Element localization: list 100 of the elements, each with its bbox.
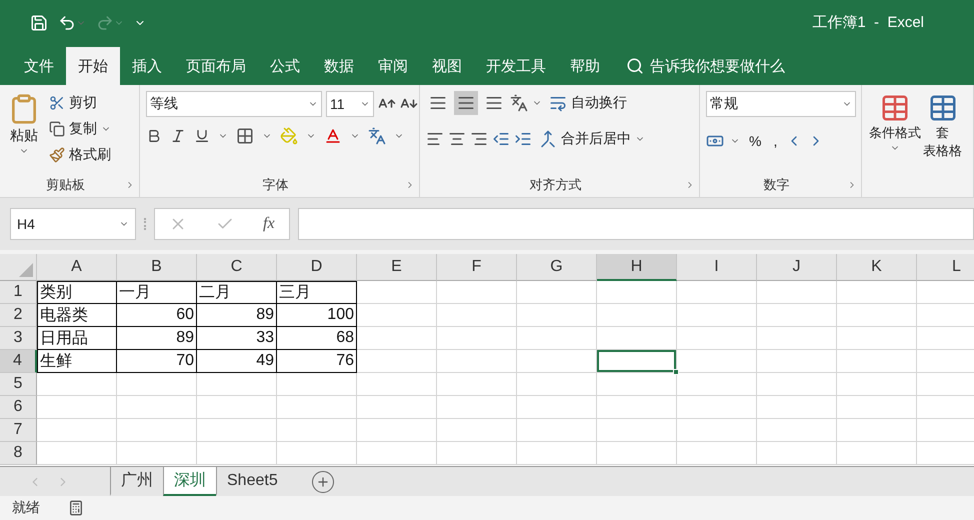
empty-cell[interactable] bbox=[197, 442, 277, 465]
insert-function-button[interactable]: fx bbox=[263, 215, 275, 233]
row-header[interactable]: 3 bbox=[0, 327, 37, 350]
empty-cell[interactable] bbox=[597, 304, 677, 327]
row-header[interactable]: 7 bbox=[0, 419, 37, 442]
row-header[interactable]: 1 bbox=[0, 281, 37, 304]
empty-cell[interactable] bbox=[357, 304, 437, 327]
empty-cell[interactable] bbox=[437, 373, 517, 396]
orientation-icon[interactable] bbox=[510, 94, 528, 112]
empty-cell[interactable] bbox=[837, 396, 917, 419]
column-header[interactable]: B bbox=[117, 254, 197, 281]
table-cell[interactable]: 68 bbox=[277, 327, 357, 350]
number-format-field[interactable]: 常规 bbox=[706, 91, 856, 117]
column-header[interactable]: A bbox=[37, 254, 117, 281]
fill-color-icon[interactable] bbox=[280, 127, 298, 145]
empty-cell[interactable] bbox=[837, 327, 917, 350]
empty-cell[interactable] bbox=[357, 419, 437, 442]
format-as-table-button[interactable]: 套 表格格 bbox=[922, 91, 963, 197]
empty-cell[interactable] bbox=[517, 327, 597, 350]
table-cell[interactable]: 89 bbox=[197, 304, 277, 327]
copy-button[interactable]: 复制 bbox=[46, 117, 114, 141]
empty-cell[interactable] bbox=[597, 419, 677, 442]
name-box[interactable]: H4 bbox=[10, 208, 136, 240]
empty-cell[interactable] bbox=[677, 350, 757, 373]
empty-cell[interactable] bbox=[437, 327, 517, 350]
ribbon-tab[interactable]: 视图 bbox=[420, 47, 474, 85]
column-header[interactable]: K bbox=[837, 254, 917, 281]
empty-cell[interactable] bbox=[757, 327, 837, 350]
empty-cell[interactable] bbox=[517, 281, 597, 304]
increase-indent-icon[interactable] bbox=[514, 130, 532, 148]
empty-cell[interactable] bbox=[437, 281, 517, 304]
row-header[interactable]: 2 bbox=[0, 304, 37, 327]
column-header[interactable]: I bbox=[677, 254, 757, 281]
ribbon-tab[interactable]: 开始 bbox=[66, 47, 120, 85]
empty-cell[interactable] bbox=[277, 442, 357, 465]
comma-button[interactable]: , bbox=[770, 129, 780, 153]
empty-cell[interactable] bbox=[517, 419, 597, 442]
table-cell[interactable]: 电器类 bbox=[37, 304, 117, 327]
empty-cell[interactable] bbox=[117, 373, 197, 396]
table-cell[interactable]: 三月 bbox=[277, 281, 357, 304]
empty-cell[interactable] bbox=[597, 442, 677, 465]
empty-cell[interactable] bbox=[677, 373, 757, 396]
ribbon-tab[interactable]: 文件 bbox=[12, 47, 66, 85]
underline-icon[interactable] bbox=[194, 128, 210, 144]
table-cell[interactable]: 二月 bbox=[197, 281, 277, 304]
empty-cell[interactable] bbox=[677, 281, 757, 304]
percent-button[interactable]: % bbox=[746, 129, 764, 153]
tell-me-field[interactable]: 告诉我你想要做什么 bbox=[626, 47, 785, 85]
ribbon-tab[interactable]: 帮助 bbox=[558, 47, 612, 85]
empty-cell[interactable] bbox=[837, 304, 917, 327]
column-header[interactable]: D bbox=[277, 254, 357, 281]
empty-cell[interactable] bbox=[357, 327, 437, 350]
select-all-button[interactable] bbox=[0, 254, 37, 281]
empty-cell[interactable] bbox=[517, 304, 597, 327]
empty-cell[interactable] bbox=[677, 396, 757, 419]
row-header[interactable]: 5 bbox=[0, 373, 37, 396]
merge-center-button[interactable]: 合并后居中 bbox=[536, 127, 648, 151]
ribbon-tab[interactable]: 数据 bbox=[312, 47, 366, 85]
cut-button[interactable]: 剪切 bbox=[46, 91, 114, 115]
empty-cell[interactable] bbox=[437, 304, 517, 327]
row-header[interactable]: 8 bbox=[0, 442, 37, 465]
add-sheet-button[interactable] bbox=[312, 470, 334, 492]
empty-cell[interactable] bbox=[357, 442, 437, 465]
middle-align-button[interactable] bbox=[454, 91, 478, 115]
empty-cell[interactable] bbox=[757, 419, 837, 442]
empty-cell[interactable] bbox=[197, 396, 277, 419]
ribbon-tab[interactable]: 插入 bbox=[120, 47, 174, 85]
empty-cell[interactable] bbox=[277, 373, 357, 396]
align-left-icon[interactable] bbox=[426, 130, 444, 148]
align-right-icon[interactable] bbox=[470, 130, 488, 148]
empty-cell[interactable] bbox=[277, 419, 357, 442]
empty-cell[interactable] bbox=[837, 350, 917, 373]
table-cell[interactable]: 33 bbox=[197, 327, 277, 350]
table-cell[interactable]: 49 bbox=[197, 350, 277, 373]
empty-cell[interactable] bbox=[837, 373, 917, 396]
empty-cell[interactable] bbox=[757, 373, 837, 396]
empty-cell[interactable] bbox=[117, 442, 197, 465]
table-cell[interactable]: 70 bbox=[117, 350, 197, 373]
empty-cell[interactable] bbox=[117, 419, 197, 442]
empty-cell[interactable] bbox=[517, 350, 597, 373]
empty-cell[interactable] bbox=[677, 327, 757, 350]
phonetic-icon[interactable] bbox=[368, 127, 386, 145]
empty-cell[interactable] bbox=[757, 281, 837, 304]
empty-cell[interactable] bbox=[757, 396, 837, 419]
column-header[interactable]: E bbox=[357, 254, 437, 281]
format-painter-button[interactable]: 格式刷 bbox=[46, 143, 114, 167]
empty-cell[interactable] bbox=[597, 327, 677, 350]
column-header[interactable]: G bbox=[517, 254, 597, 281]
column-header[interactable]: H bbox=[597, 254, 677, 281]
column-header[interactable]: C bbox=[197, 254, 277, 281]
empty-cell[interactable] bbox=[677, 419, 757, 442]
ribbon-tab[interactable]: 公式 bbox=[258, 47, 312, 85]
empty-cell[interactable] bbox=[437, 419, 517, 442]
empty-cell[interactable] bbox=[757, 442, 837, 465]
empty-cell[interactable] bbox=[357, 350, 437, 373]
conditional-format-button[interactable]: 条件格式 bbox=[868, 91, 922, 197]
empty-cell[interactable] bbox=[757, 350, 837, 373]
empty-cell[interactable] bbox=[197, 419, 277, 442]
empty-cell[interactable] bbox=[677, 304, 757, 327]
empty-cell[interactable] bbox=[517, 396, 597, 419]
